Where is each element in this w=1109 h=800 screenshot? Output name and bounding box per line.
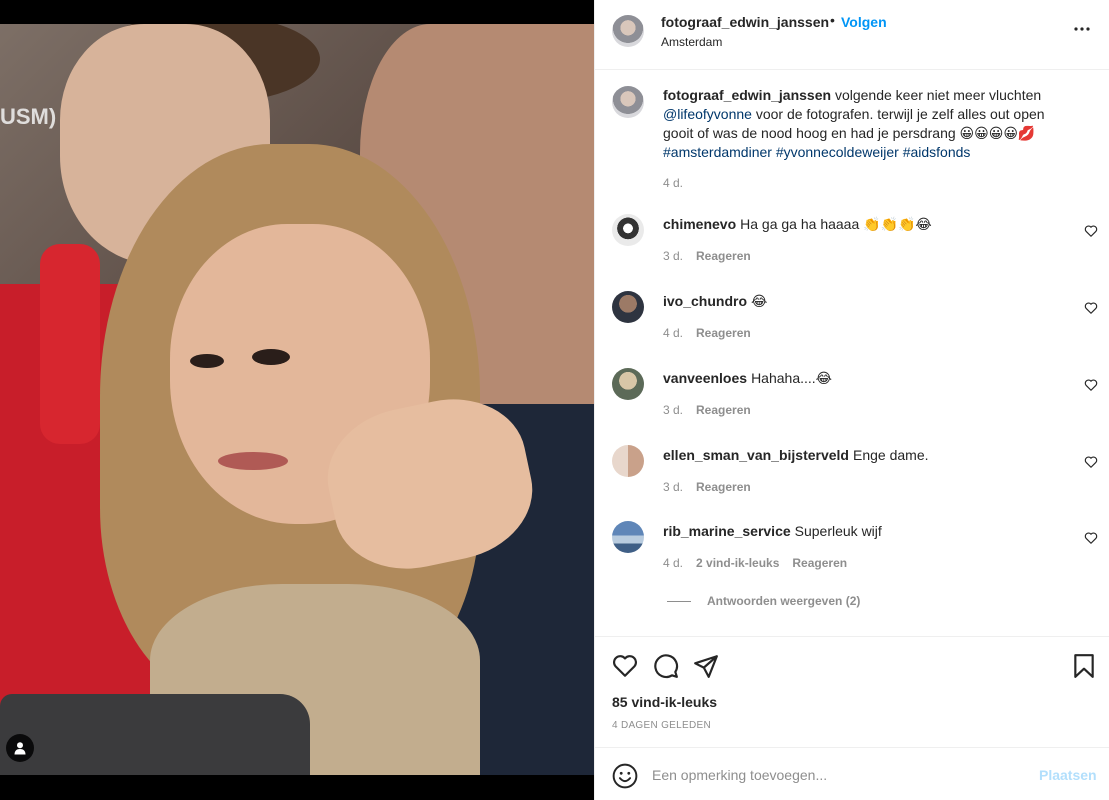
commenter-username[interactable]: vanveenloes <box>663 370 747 386</box>
caption-hashtag[interactable]: #yvonnecoldeweijer <box>776 144 899 160</box>
comment-item: rib_marine_service Superleuk wijf 4 d. 2 v… <box>595 521 1109 597</box>
commenter-username[interactable]: rib_marine_service <box>663 523 791 539</box>
comment-item: ivo_chundro 😂 4 d. Reageren <box>595 291 1109 367</box>
view-replies-label: Antwoorden weergeven (2) <box>707 594 861 608</box>
comment-icon[interactable] <box>653 653 679 679</box>
comment-meta: 3 d. Reageren <box>663 480 764 494</box>
reply-button[interactable]: Reageren <box>696 326 751 340</box>
photo-shape <box>0 694 310 775</box>
comment-body: Hahaha....😂 <box>751 370 833 386</box>
user-tag-button[interactable] <box>6 734 34 762</box>
reply-button[interactable]: Reageren <box>696 480 751 494</box>
comment-item: ellen_sman_van_bijsterveld Enge dame. 3 d… <box>595 445 1109 521</box>
comment-like-heart-icon[interactable] <box>1084 455 1098 469</box>
commenter-avatar[interactable] <box>612 368 644 400</box>
commenter-avatar[interactable] <box>612 214 644 246</box>
comment-text: vanveenloes Hahaha....😂 <box>663 369 1073 388</box>
photo-shape <box>252 349 290 365</box>
comment-body: Ha ga ga ha haaaa 👏👏👏😂 <box>740 216 932 232</box>
caption-hashtag[interactable]: #amsterdamdiner <box>663 144 772 160</box>
instagram-post-modal: USM) fotograaf_edwin_janssen • Volgen Am… <box>0 0 1109 800</box>
caption-timestamp[interactable]: 4 d. <box>663 176 683 190</box>
caption-text: volgende keer niet meer vluchten <box>834 87 1042 103</box>
comment-text: chimenevo Ha ga ga ha haaaa 👏👏👏😂 <box>663 215 1073 234</box>
more-options-button[interactable] <box>1073 20 1091 44</box>
comment-meta: 4 d. Reageren <box>663 326 764 340</box>
post-comment-button[interactable]: Plaatsen <box>1039 767 1097 783</box>
more-horizontal-icon <box>1074 27 1090 31</box>
post-caption: fotograaf_edwin_janssen volgende keer ni… <box>663 86 1063 162</box>
post-date[interactable]: 4 DAGEN GELEDEN <box>612 720 711 731</box>
separator-dot: • <box>830 12 835 28</box>
photo-shape <box>218 452 288 470</box>
commenter-avatar[interactable] <box>612 521 644 553</box>
comment-body: Superleuk wijf <box>794 523 882 539</box>
commenter-username[interactable]: ivo_chundro <box>663 293 747 309</box>
replies-divider-line <box>667 600 691 602</box>
caption-avatar[interactable] <box>612 86 644 118</box>
comment-time[interactable]: 4 d. <box>663 556 683 570</box>
person-icon <box>14 742 26 755</box>
bookmark-icon[interactable] <box>1071 653 1097 679</box>
comment-like-heart-icon[interactable] <box>1084 224 1098 238</box>
view-replies-button[interactable]: Antwoorden weergeven (2) <box>667 594 860 608</box>
photo-shape <box>40 244 100 444</box>
reply-button[interactable]: Reageren <box>696 403 751 417</box>
caption-hashtag[interactable]: #aidsfonds <box>903 144 971 160</box>
commenter-avatar[interactable] <box>612 291 644 323</box>
likes-count[interactable]: 85 vind-ik-leuks <box>612 694 717 710</box>
comment-text: rib_marine_service Superleuk wijf <box>663 522 1073 541</box>
commenter-avatar[interactable] <box>612 445 644 477</box>
owner-username[interactable]: fotograaf_edwin_janssen <box>661 14 829 30</box>
comment-time[interactable]: 3 d. <box>663 249 683 263</box>
comment-item: vanveenloes Hahaha....😂 3 d. Reageren <box>595 368 1109 444</box>
comment-time[interactable]: 4 d. <box>663 326 683 340</box>
post-side-panel: fotograaf_edwin_janssen • Volgen Amsterd… <box>594 0 1109 800</box>
commenter-username[interactable]: ellen_sman_van_bijsterveld <box>663 447 849 463</box>
commenter-username[interactable]: chimenevo <box>663 216 736 232</box>
comment-item: chimenevo Ha ga ga ha haaaa 👏👏👏😂 3 d. Reag… <box>595 214 1109 290</box>
heart-icon[interactable] <box>612 653 638 679</box>
smiley-icon[interactable] <box>612 763 638 789</box>
comment-text: ellen_sman_van_bijsterveld Enge dame. <box>663 446 1073 465</box>
comment-meta: 4 d. 2 vind-ik-leuks Reageren <box>663 556 860 570</box>
comment-likes-count[interactable]: 2 vind-ik-leuks <box>696 556 779 570</box>
post-actions: 85 vind-ik-leuks 4 DAGEN GELEDEN <box>595 636 1109 748</box>
photo-column: USM) <box>0 0 594 800</box>
comment-meta: 3 d. Reageren <box>663 249 764 263</box>
comment-time[interactable]: 3 d. <box>663 480 683 494</box>
caption-username[interactable]: fotograaf_edwin_janssen <box>663 87 831 103</box>
comment-time[interactable]: 3 d. <box>663 403 683 417</box>
location-link[interactable]: Amsterdam <box>661 35 722 49</box>
comment-body: Enge dame. <box>853 447 929 463</box>
photo-sign-text: USM) <box>0 104 57 129</box>
add-comment-bar: Plaatsen <box>595 749 1109 800</box>
comment-input[interactable] <box>652 763 1022 787</box>
photo-shape <box>190 354 224 368</box>
comment-meta: 3 d. Reageren <box>663 403 764 417</box>
comment-text: ivo_chundro 😂 <box>663 292 1073 311</box>
follow-button[interactable]: Volgen <box>841 14 887 30</box>
reply-button[interactable]: Reageren <box>696 249 751 263</box>
post-header: fotograaf_edwin_janssen • Volgen Amsterd… <box>595 0 1109 70</box>
post-photo[interactable]: USM) <box>0 24 594 775</box>
comment-like-heart-icon[interactable] <box>1084 531 1098 545</box>
owner-avatar[interactable] <box>612 15 644 47</box>
comment-body: 😂 <box>751 293 768 309</box>
reply-button[interactable]: Reageren <box>792 556 847 570</box>
send-icon[interactable] <box>693 653 719 679</box>
caption-mention[interactable]: @lifeofyvonne <box>663 106 752 122</box>
comment-like-heart-icon[interactable] <box>1084 301 1098 315</box>
comment-like-heart-icon[interactable] <box>1084 378 1098 392</box>
